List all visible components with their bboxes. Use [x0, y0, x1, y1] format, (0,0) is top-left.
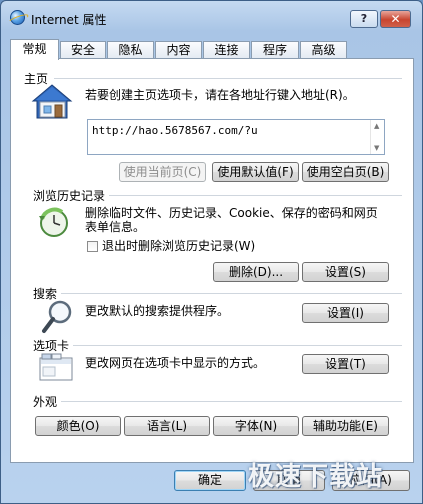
general-tab-panel: 主页 若要创建主页选项卡，请在各地址行键入地址(R)。 http://hao.5…: [10, 58, 414, 463]
title-bar[interactable]: Internet 属性 ? ✕: [1, 1, 422, 31]
tab-connections[interactable]: 连接: [203, 41, 250, 59]
url-scrollbar[interactable]: ▲ ▼: [370, 120, 384, 154]
delete-on-exit-checkbox[interactable]: [87, 241, 98, 252]
scroll-down-icon[interactable]: ▼: [374, 144, 379, 152]
accessibility-button[interactable]: 辅助功能(E): [302, 416, 389, 436]
history-description-line1: 删除临时文件、历史记录、Cookie、保存的密码和网页: [85, 206, 378, 220]
tab-privacy[interactable]: 隐私: [107, 41, 154, 59]
homepage-description: 若要创建主页选项卡，请在各地址行键入地址(R)。: [85, 88, 355, 102]
history-clock-icon: [39, 207, 68, 237]
homepage-url-value: http://hao.5678567.com/?u: [92, 124, 258, 137]
history-settings-button[interactable]: 设置(S): [302, 262, 389, 282]
close-button[interactable]: ✕: [380, 10, 411, 28]
ie-logo-icon: [10, 10, 25, 25]
homepage-url-textarea[interactable]: http://hao.5678567.com/?u ▲ ▼: [87, 119, 385, 155]
ok-button[interactable]: 确定: [174, 470, 246, 491]
homepage-divider: [54, 78, 402, 79]
delete-history-button[interactable]: 删除(D)...: [213, 262, 299, 282]
tabs-settings-button[interactable]: 设置(T): [302, 354, 389, 374]
tabs-window-icon: [39, 353, 73, 381]
magnifier-icon: [42, 300, 72, 333]
use-blank-button[interactable]: 使用空白页(B): [302, 162, 389, 182]
site-watermark: 极速下载站: [248, 462, 384, 492]
search-description: 更改默认的搜索提供程序。: [85, 304, 230, 318]
tabs-description: 更改网页在选项卡中显示的方式。: [85, 356, 266, 370]
colors-button[interactable]: 颜色(O): [35, 416, 121, 436]
languages-button[interactable]: 语言(L): [124, 416, 210, 436]
history-section-title: 浏览历史记录: [33, 189, 106, 203]
delete-on-exit-label[interactable]: 退出时删除浏览历史记录(W): [102, 239, 255, 254]
tab-security[interactable]: 安全: [60, 41, 106, 59]
house-icon: [31, 84, 73, 119]
tab-strip: 常规 安全 隐私 内容 连接 程序 高级: [10, 39, 414, 60]
tabs-divider: [73, 345, 402, 346]
tab-general[interactable]: 常规: [10, 39, 59, 60]
internet-properties-window: Internet 属性 ? ✕ 常规 安全 隐私 内容 连接 程序 高级 主页 …: [0, 0, 423, 504]
tab-content[interactable]: 内容: [155, 41, 202, 59]
help-button[interactable]: ?: [350, 10, 378, 28]
search-divider: [61, 293, 402, 294]
history-description-line2: 表单信息。: [85, 220, 146, 234]
fonts-button[interactable]: 字体(N): [213, 416, 299, 436]
use-current-page-button[interactable]: 使用当前页(C): [119, 162, 206, 182]
use-default-button[interactable]: 使用默认值(F): [212, 162, 299, 182]
appearance-divider: [61, 401, 402, 402]
window-title: Internet 属性: [31, 13, 107, 27]
tab-advanced[interactable]: 高级: [300, 41, 347, 59]
scroll-up-icon[interactable]: ▲: [374, 122, 379, 130]
search-settings-button[interactable]: 设置(I): [302, 303, 389, 323]
tab-programs[interactable]: 程序: [251, 41, 299, 59]
history-divider: [109, 195, 402, 196]
appearance-section-title: 外观: [33, 395, 58, 409]
